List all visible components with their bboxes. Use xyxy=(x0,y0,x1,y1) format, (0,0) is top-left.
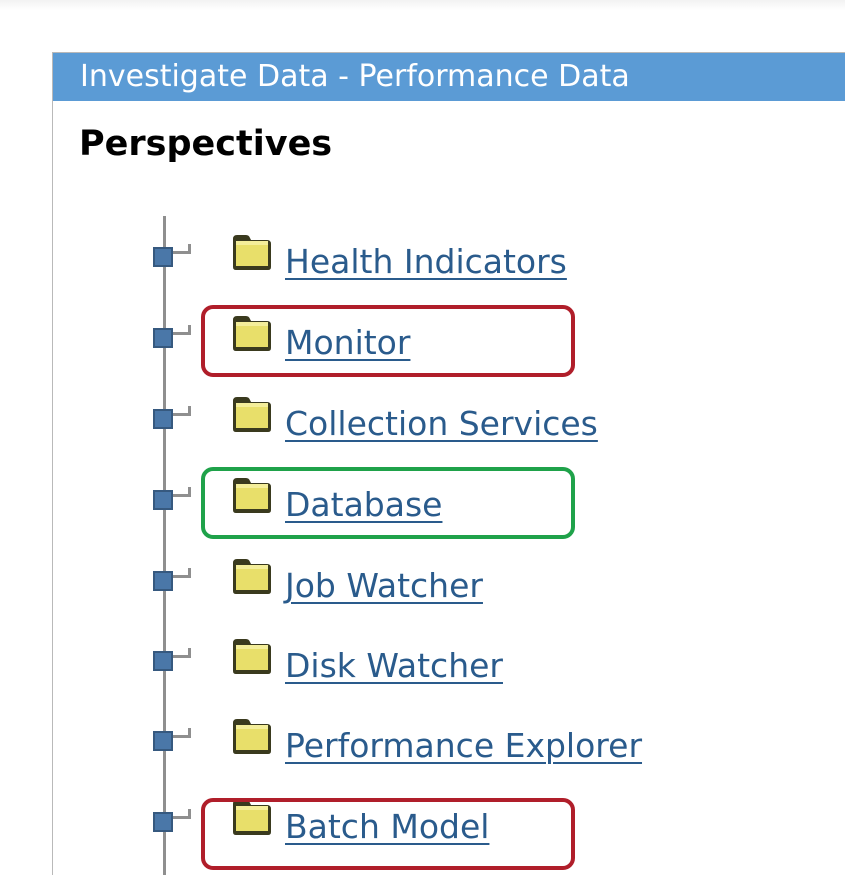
tree-item-link[interactable]: Monitor xyxy=(285,323,410,362)
folder-icon xyxy=(233,719,271,754)
folder-icon xyxy=(233,559,271,594)
branch-line xyxy=(188,487,191,497)
top-shade xyxy=(0,0,845,10)
branch-line xyxy=(173,575,189,578)
branch-line xyxy=(173,251,189,254)
branch-line xyxy=(173,332,189,335)
folder-icon xyxy=(233,235,271,270)
expand-icon[interactable] xyxy=(153,247,173,267)
expand-icon[interactable] xyxy=(153,571,173,591)
tree-item-job-watcher: Job Watcher xyxy=(53,554,845,614)
branch-line xyxy=(188,809,191,819)
branch-line xyxy=(173,413,189,416)
tree-item-link[interactable]: Database xyxy=(285,485,442,524)
tree-item-performance-explorer: Performance Explorer xyxy=(53,714,845,774)
branch-line xyxy=(173,735,189,738)
branch-line xyxy=(173,655,189,658)
branch-line xyxy=(188,244,191,254)
branch-line xyxy=(188,325,191,335)
branch-line xyxy=(188,568,191,578)
folder-icon xyxy=(233,397,271,432)
branch-line xyxy=(188,728,191,738)
expand-icon[interactable] xyxy=(153,409,173,429)
folder-icon xyxy=(233,639,271,674)
branch-line xyxy=(173,494,189,497)
panel-title-bar: Investigate Data - Performance Data xyxy=(53,53,845,101)
folder-icon xyxy=(233,478,271,513)
page: Investigate Data - Performance Data Pers… xyxy=(0,0,845,875)
tree-item-link[interactable]: Disk Watcher xyxy=(285,646,503,685)
expand-icon[interactable] xyxy=(153,651,173,671)
expand-icon[interactable] xyxy=(153,812,173,832)
tree-item-collection-services: Collection Services xyxy=(53,392,845,452)
folder-icon xyxy=(233,800,271,835)
panel-title: Investigate Data - Performance Data xyxy=(80,59,630,94)
branch-line xyxy=(173,816,189,819)
expand-icon[interactable] xyxy=(153,490,173,510)
tree-item-link[interactable]: Performance Explorer xyxy=(285,726,642,765)
folder-icon xyxy=(233,316,271,351)
tree-item-link[interactable]: Batch Model xyxy=(285,807,489,846)
tree-item-disk-watcher: Disk Watcher xyxy=(53,634,845,694)
tree-item-link[interactable]: Health Indicators xyxy=(285,242,567,281)
tree-item-batch-model: Batch Model xyxy=(53,795,845,855)
investigate-data-panel: Investigate Data - Performance Data Pers… xyxy=(52,52,845,875)
tree-item-monitor: Monitor xyxy=(53,311,845,371)
tree-item-link[interactable]: Collection Services xyxy=(285,404,598,443)
expand-icon[interactable] xyxy=(153,731,173,751)
expand-icon[interactable] xyxy=(153,328,173,348)
tree-item-database: Database xyxy=(53,473,845,533)
section-heading: Perspectives xyxy=(79,124,333,164)
branch-line xyxy=(188,406,191,416)
branch-line xyxy=(188,648,191,658)
tree-item-link[interactable]: Job Watcher xyxy=(285,566,483,605)
tree-item-health-indicators: Health Indicators xyxy=(53,230,845,290)
